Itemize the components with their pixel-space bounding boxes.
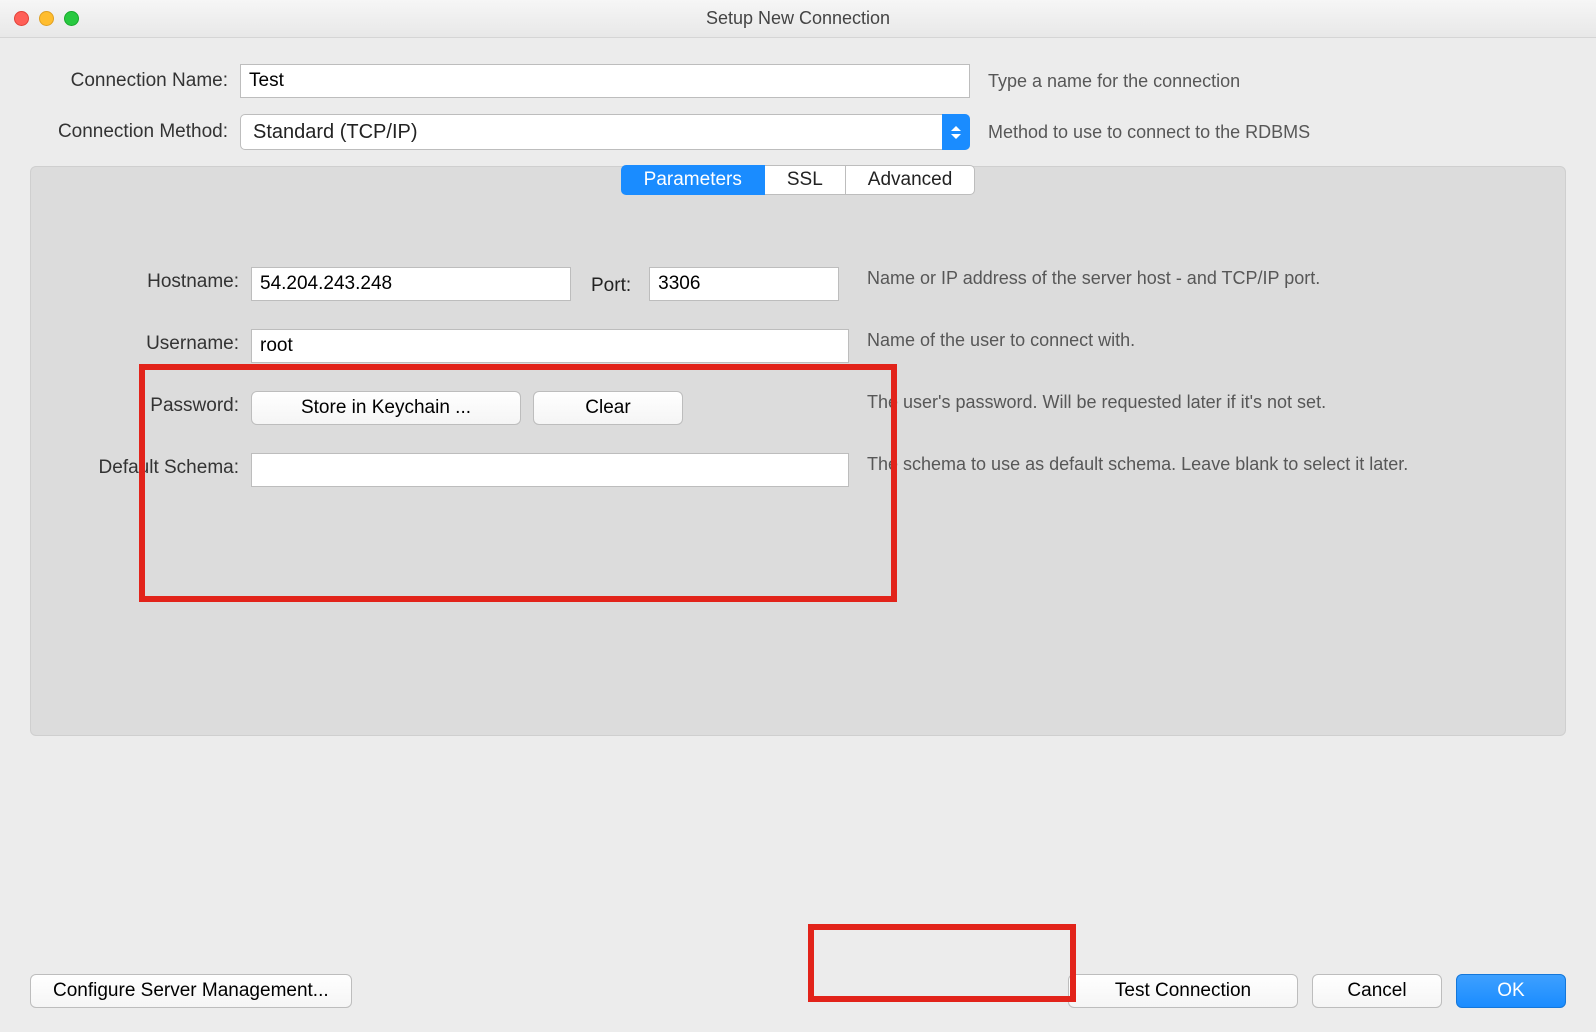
default-schema-label: Default Schema: — [0, 453, 251, 479]
port-label: Port: — [583, 271, 637, 297]
window-controls — [14, 11, 79, 26]
default-schema-input[interactable] — [251, 453, 849, 487]
connection-method-label: Connection Method: — [30, 121, 240, 143]
username-input[interactable] — [251, 329, 849, 363]
annotation-highlight-box — [808, 924, 1076, 1002]
hostname-hint: Name or IP address of the server host - … — [849, 267, 1545, 290]
minimize-icon[interactable] — [39, 11, 54, 26]
window-titlebar: Setup New Connection — [0, 0, 1596, 38]
connection-method-hint: Method to use to connect to the RDBMS — [970, 121, 1566, 144]
hostname-label: Hostname: — [51, 267, 251, 293]
parameters-panel: Parameters SSL Advanced Hostname: Port: … — [30, 166, 1566, 736]
clear-password-button[interactable]: Clear — [533, 391, 683, 425]
username-hint: Name of the user to connect with. — [849, 329, 1545, 352]
chevron-updown-icon — [942, 114, 970, 150]
username-label: Username: — [51, 329, 251, 355]
hostname-input[interactable] — [251, 267, 571, 301]
tab-advanced[interactable]: Advanced — [846, 165, 976, 195]
default-schema-hint: The schema to use as default schema. Lea… — [849, 453, 1545, 476]
connection-method-value: Standard (TCP/IP) — [240, 114, 970, 150]
store-in-keychain-button[interactable]: Store in Keychain ... — [251, 391, 521, 425]
connection-name-label: Connection Name: — [30, 70, 240, 92]
connection-method-select[interactable]: Standard (TCP/IP) — [240, 114, 970, 150]
test-connection-button[interactable]: Test Connection — [1068, 974, 1298, 1008]
tab-bar: Parameters SSL Advanced — [51, 165, 1545, 195]
ok-button[interactable]: OK — [1456, 974, 1566, 1008]
dialog-footer: Configure Server Management... Test Conn… — [0, 974, 1596, 1008]
configure-server-management-button[interactable]: Configure Server Management... — [30, 974, 352, 1008]
maximize-icon[interactable] — [64, 11, 79, 26]
password-label: Password: — [51, 391, 251, 417]
tab-ssl[interactable]: SSL — [765, 165, 846, 195]
port-input[interactable] — [649, 267, 839, 301]
tab-parameters[interactable]: Parameters — [621, 165, 765, 195]
window-title: Setup New Connection — [0, 8, 1596, 29]
password-hint: The user's password. Will be requested l… — [849, 391, 1545, 414]
close-icon[interactable] — [14, 11, 29, 26]
connection-name-input[interactable] — [240, 64, 970, 98]
cancel-button[interactable]: Cancel — [1312, 974, 1442, 1008]
connection-name-hint: Type a name for the connection — [970, 70, 1566, 93]
